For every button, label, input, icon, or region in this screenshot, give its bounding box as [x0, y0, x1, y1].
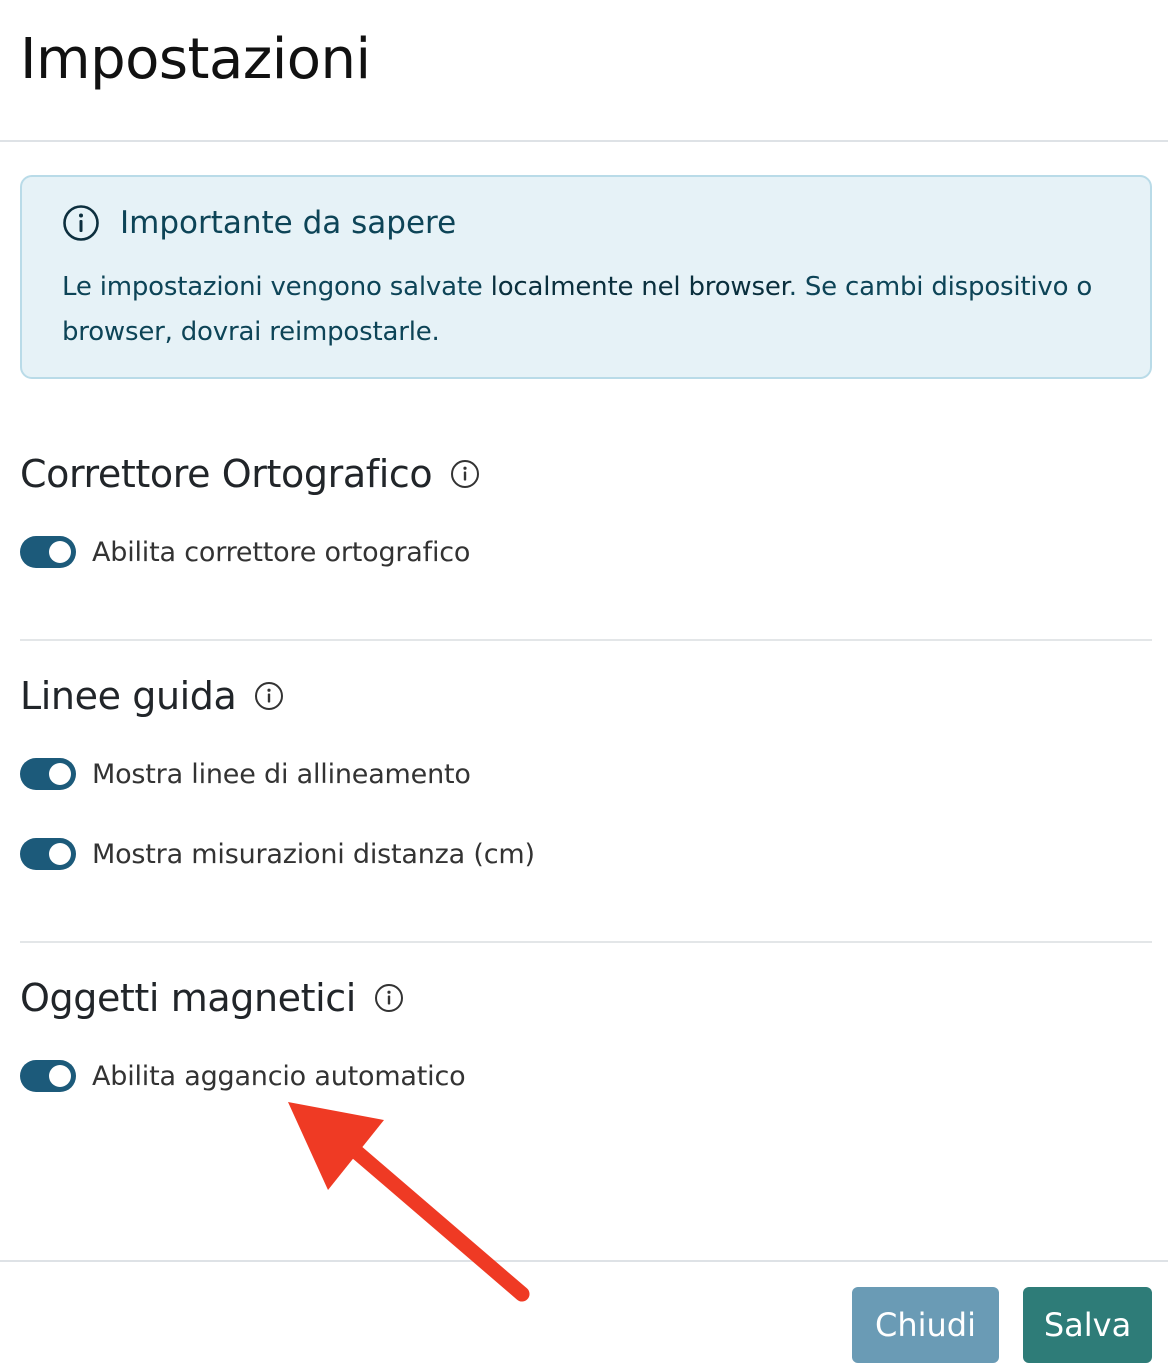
info-circle-icon [63, 205, 99, 241]
toggle-label[interactable]: Mostra misurazioni distanza (cm) [92, 839, 535, 870]
modal-header: Impostazioni [0, 0, 1168, 142]
section-divider [20, 639, 1152, 641]
alert-text-before: Le impostazioni vengono salvate [62, 272, 491, 302]
toggle-row-autosnap: Abilita aggancio automatico [20, 1060, 466, 1092]
toggle-knob [49, 1065, 71, 1087]
toggle-knob [49, 541, 71, 563]
info-circle-icon[interactable] [254, 681, 284, 711]
section-title-guidelines: Linee guida [20, 668, 284, 724]
alert-header: Importante da sapere [62, 199, 456, 247]
toggle-switch-spellcheck[interactable] [20, 536, 76, 568]
toggle-switch-alignment[interactable] [20, 758, 76, 790]
close-button[interactable]: Chiudi [852, 1287, 999, 1363]
toggle-row-alignment: Mostra linee di allineamento [20, 758, 471, 790]
info-circle-icon[interactable] [374, 983, 404, 1013]
section-title-spellcheck: Correttore Ortografico [20, 446, 480, 502]
section-title-text: Linee guida [20, 674, 237, 718]
toggle-label[interactable]: Abilita aggancio automatico [92, 1061, 466, 1092]
toggle-switch-distance[interactable] [20, 838, 76, 870]
section-divider [20, 941, 1152, 943]
alert-title: Importante da sapere [120, 205, 457, 241]
toggle-knob [49, 763, 71, 785]
section-title-text: Correttore Ortografico [20, 452, 433, 496]
toggle-label[interactable]: Mostra linee di allineamento [92, 759, 471, 790]
toggle-row-distance: Mostra misurazioni distanza (cm) [20, 838, 535, 870]
save-button[interactable]: Salva [1023, 1287, 1152, 1363]
section-title-text: Oggetti magnetici [20, 976, 356, 1020]
toggle-switch-autosnap[interactable] [20, 1060, 76, 1092]
toggle-label[interactable]: Abilita correttore ortografico [92, 537, 470, 568]
alert-text-emphasis: localmente nel browser [490, 272, 789, 302]
toggle-knob [49, 843, 71, 865]
alert-text: Le impostazioni vengono salvate localmen… [62, 265, 1122, 355]
section-title-magnetic: Oggetti magnetici [20, 970, 404, 1026]
modal-title: Impostazioni [20, 27, 371, 92]
info-circle-icon[interactable] [450, 459, 480, 489]
info-alert: Importante da sapere Le impostazioni ven… [20, 175, 1152, 379]
toggle-row-spellcheck: Abilita correttore ortografico [20, 536, 470, 568]
